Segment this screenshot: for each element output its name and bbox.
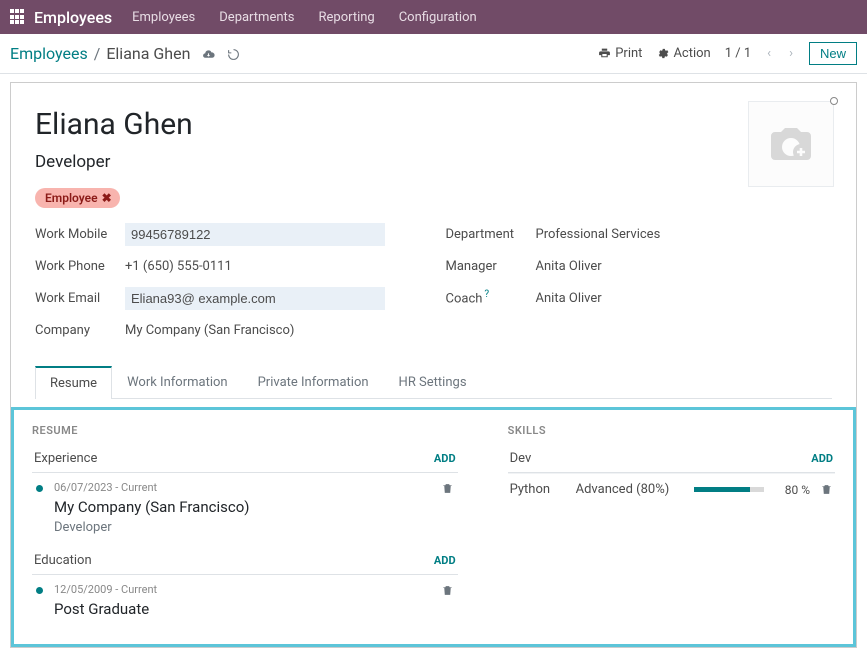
timeline-bullet-icon [36, 485, 43, 492]
resume-group-experience: Experience ADD [32, 445, 458, 473]
employee-name[interactable]: Eliana Ghen [35, 107, 832, 142]
department-value[interactable]: Professional Services [536, 223, 661, 246]
resume-skills-panel: RESUME Experience ADD 06/07/2023 - Curre… [11, 407, 856, 647]
label-work-mobile: Work Mobile [35, 227, 125, 242]
nav-item-configuration[interactable]: Configuration [399, 10, 477, 25]
manager-value[interactable]: Anita Oliver [536, 255, 602, 278]
breadcrumb-root[interactable]: Employees [10, 44, 88, 63]
label-coach: Coach? [446, 289, 536, 306]
help-icon[interactable]: ? [484, 289, 489, 300]
label-work-phone: Work Phone [35, 259, 125, 274]
cloud-save-icon[interactable] [202, 44, 215, 63]
timeline-bullet-icon [36, 587, 43, 594]
pager-next-icon[interactable]: › [787, 46, 795, 61]
breadcrumb-current: Eliana Ghen [106, 44, 190, 63]
label-manager: Manager [446, 259, 536, 274]
resume-item[interactable]: 06/07/2023 - Current My Company (San Fra… [32, 473, 458, 547]
skills-group-title: Dev [510, 451, 532, 466]
delete-resume-item-icon[interactable] [441, 583, 454, 598]
control-panel: Employees / Eliana Ghen Print Action 1 /… [0, 34, 867, 74]
action-button[interactable]: Action [656, 46, 710, 61]
tag-remove-icon[interactable]: ✖ [102, 191, 112, 205]
apps-icon[interactable] [10, 9, 26, 25]
add-experience-button[interactable]: ADD [434, 452, 456, 465]
new-button[interactable]: New [809, 42, 857, 65]
tab-hr-settings[interactable]: HR Settings [384, 366, 482, 398]
coach-value[interactable]: Anita Oliver [536, 287, 602, 310]
undo-icon[interactable] [227, 44, 240, 63]
camera-placeholder-icon [767, 124, 815, 164]
group-title-education: Education [34, 553, 92, 568]
tab-private-information[interactable]: Private Information [243, 366, 384, 398]
tab-resume[interactable]: Resume [35, 366, 112, 399]
resume-item[interactable]: 12/05/2009 - Current Post Graduate [32, 575, 458, 634]
breadcrumb-separator: / [94, 44, 101, 63]
label-company: Company [35, 323, 125, 338]
form-sheet: Eliana Ghen Developer Employee ✖ Work Mo… [10, 82, 857, 648]
group-title-experience: Experience [34, 451, 97, 466]
add-education-button[interactable]: ADD [434, 554, 456, 567]
tag-label: Employee [45, 191, 98, 205]
nav-item-reporting[interactable]: Reporting [318, 10, 374, 25]
work-mobile-field[interactable] [125, 223, 385, 246]
resume-item-title: My Company (San Francisco) [54, 498, 458, 516]
pager-prev-icon[interactable]: ‹ [765, 46, 773, 61]
add-skill-button[interactable]: ADD [811, 452, 833, 465]
delete-resume-item-icon[interactable] [441, 481, 454, 496]
print-icon [598, 47, 611, 60]
work-phone-value[interactable]: +1 (650) 555-0111 [125, 255, 232, 278]
skill-progress-bar [694, 487, 764, 492]
skills-section-title: SKILLS [508, 424, 835, 437]
tab-work-information[interactable]: Work Information [112, 366, 243, 398]
nav-item-employees[interactable]: Employees [132, 10, 195, 25]
breadcrumb: Employees / Eliana Ghen [10, 44, 240, 63]
label-department: Department [446, 227, 536, 242]
job-title[interactable]: Developer [35, 152, 832, 172]
presence-indicator-icon [830, 97, 838, 105]
nav-item-departments[interactable]: Departments [219, 10, 294, 25]
skill-level: Advanced (80%) [576, 482, 684, 497]
resume-item-subtitle: Developer [54, 520, 458, 535]
resume-group-education: Education ADD [32, 547, 458, 575]
pager-count[interactable]: 1 / 1 [725, 46, 751, 61]
action-label: Action [673, 46, 710, 61]
avatar-upload[interactable] [748, 101, 834, 187]
resume-item-dates: 06/07/2023 - Current [54, 481, 458, 494]
tabs: Resume Work Information Private Informat… [35, 366, 832, 399]
skills-group-dev: Dev ADD [508, 445, 835, 473]
company-value[interactable]: My Company (San Francisco) [125, 319, 294, 342]
top-navbar: Employees Employees Departments Reportin… [0, 0, 867, 34]
resume-item-title: Post Graduate [54, 600, 458, 618]
skill-percent: 80 % [774, 483, 810, 497]
resume-item-dates: 12/05/2009 - Current [54, 583, 458, 596]
app-brand[interactable]: Employees [34, 8, 112, 27]
work-email-field[interactable] [125, 287, 385, 310]
tags-field[interactable]: Employee ✖ [35, 188, 832, 208]
label-work-email: Work Email [35, 291, 125, 306]
skill-name: Python [510, 482, 566, 497]
skill-row[interactable]: Python Advanced (80%) 80 % [508, 473, 835, 505]
delete-skill-icon[interactable] [820, 482, 833, 497]
resume-section-title: RESUME [32, 424, 458, 437]
print-label: Print [615, 46, 642, 61]
gear-icon [656, 47, 669, 60]
print-button[interactable]: Print [598, 46, 642, 61]
tag-employee: Employee ✖ [35, 188, 120, 208]
